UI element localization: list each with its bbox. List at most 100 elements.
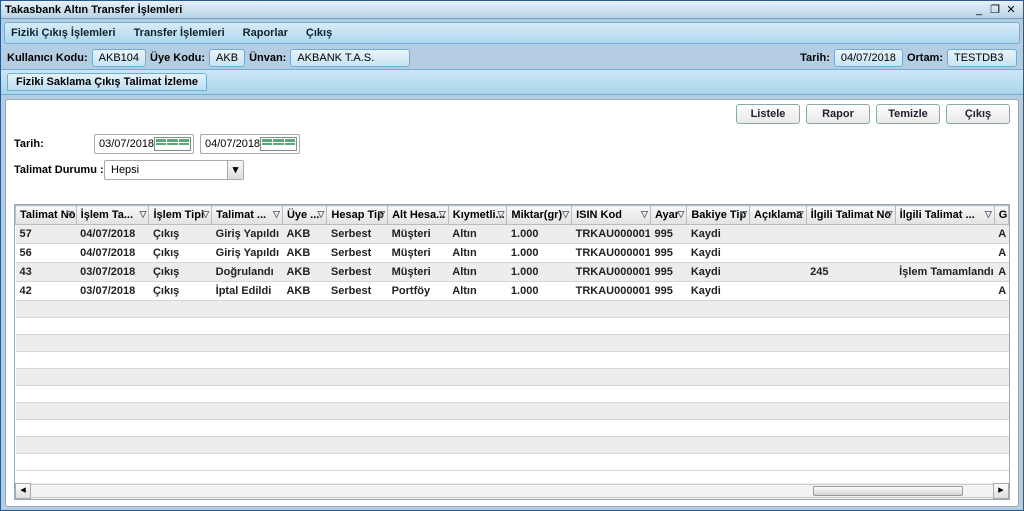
- uye-label: Üye Kodu:: [150, 52, 205, 64]
- cell: Serbest: [327, 225, 388, 244]
- filter-durum-label: Talimat Durumu :: [14, 164, 104, 176]
- col-g[interactable]: G: [994, 206, 1008, 225]
- filter-icon[interactable]: ▽: [886, 209, 893, 220]
- temizle-button[interactable]: Temizle: [876, 104, 940, 124]
- cell: [750, 263, 807, 282]
- cikis-button[interactable]: Çıkış: [946, 104, 1010, 124]
- ortam-value: TESTDB3: [947, 49, 1017, 67]
- col-ilgili-talimat[interactable]: İlgili Talimat ...▽: [895, 206, 994, 225]
- table-row: [16, 454, 1009, 471]
- col-hesap-tip[interactable]: Hesap Tip▽: [327, 206, 388, 225]
- cell: AKB: [282, 244, 326, 263]
- date-to-input[interactable]: 04/07/2018: [200, 134, 300, 154]
- table-row: [16, 420, 1009, 437]
- filter-icon[interactable]: ▽: [797, 209, 804, 220]
- listele-button[interactable]: Listele: [736, 104, 800, 124]
- cell: Müşteri: [388, 263, 449, 282]
- minimize-icon[interactable]: _: [971, 4, 987, 16]
- cell: Altın: [448, 225, 507, 244]
- subtab[interactable]: Fiziki Saklama Çıkış Talimat İzleme: [7, 73, 207, 91]
- cell: A: [994, 244, 1008, 263]
- col-miktar[interactable]: Miktar(gr)▽: [507, 206, 572, 225]
- cell: 03/07/2018: [76, 263, 149, 282]
- col-talimat[interactable]: Talimat ...▽: [212, 206, 283, 225]
- col-bakiye[interactable]: Bakiye Tip▽: [687, 206, 750, 225]
- filter-icon[interactable]: ▽: [378, 209, 385, 220]
- col-kiymetli[interactable]: Kıymetli...▽: [448, 206, 507, 225]
- menu-raporlar[interactable]: Raporlar: [243, 27, 288, 39]
- kullanici-label: Kullanıcı Kodu:: [7, 52, 88, 64]
- filter-icon[interactable]: ▽: [439, 209, 446, 220]
- cell: 43: [16, 263, 77, 282]
- table-row[interactable]: 4203/07/2018Çıkışİptal EdildiAKBSerbestP…: [16, 282, 1009, 301]
- table-row[interactable]: 5604/07/2018ÇıkışGiriş YapıldıAKBSerbest…: [16, 244, 1009, 263]
- cell: 995: [650, 263, 686, 282]
- col-aciklama[interactable]: Açıklama▽: [750, 206, 807, 225]
- col-ilgili-no[interactable]: İlgili Talimat No▽: [806, 206, 895, 225]
- table-row: [16, 369, 1009, 386]
- calendar-icon[interactable]: [154, 137, 191, 151]
- subtitle-bar: Fiziki Saklama Çıkış Talimat İzleme: [1, 69, 1023, 95]
- table-row: [16, 403, 1009, 420]
- filter-icon[interactable]: ▽: [677, 209, 684, 220]
- date-from-input[interactable]: 03/07/2018: [94, 134, 194, 154]
- calendar-icon[interactable]: [260, 137, 297, 151]
- durum-combo[interactable]: Hepsi ▾: [104, 160, 244, 180]
- filter-icon[interactable]: ▽: [202, 209, 209, 220]
- filter-icon[interactable]: ▽: [641, 209, 648, 220]
- col-islem-ta[interactable]: İşlem Ta...▽: [76, 206, 149, 225]
- cell: Serbest: [327, 282, 388, 301]
- col-alt-hesa[interactable]: Alt Hesa...▽: [388, 206, 449, 225]
- scroll-left-arrow[interactable]: ◂: [15, 483, 31, 499]
- scroll-track[interactable]: [31, 484, 993, 498]
- cell: 245: [806, 263, 895, 282]
- col-ayar[interactable]: Ayar▽: [650, 206, 686, 225]
- menu-transfer[interactable]: Transfer İşlemleri: [134, 27, 225, 39]
- filter-icon[interactable]: ▽: [318, 209, 325, 220]
- filter-icon[interactable]: ▽: [740, 209, 747, 220]
- cell: Doğrulandı: [212, 263, 283, 282]
- table-row[interactable]: 5704/07/2018ÇıkışGiriş YapıldıAKBSerbest…: [16, 225, 1009, 244]
- menu-cikis[interactable]: Çıkış: [306, 27, 332, 39]
- cell: [750, 244, 807, 263]
- cell: Altın: [448, 244, 507, 263]
- cell: [806, 282, 895, 301]
- data-table[interactable]: Talimat No▽ İşlem Ta...▽ İşlem Tipi▽ Tal…: [15, 205, 1009, 471]
- chevron-down-icon[interactable]: ▾: [227, 161, 243, 179]
- maximize-icon[interactable]: ❐: [987, 3, 1003, 16]
- cell: TRKAU000001: [572, 282, 651, 301]
- cell: 1.000: [507, 263, 572, 282]
- filter-icon[interactable]: ▽: [273, 209, 280, 220]
- col-talimat-no[interactable]: Talimat No▽: [16, 206, 77, 225]
- cell: TRKAU000001: [572, 244, 651, 263]
- date-from-value: 03/07/2018: [99, 138, 154, 150]
- menu-fiziki-cikis[interactable]: Fiziki Çıkış İşlemleri: [11, 27, 116, 39]
- cell: 995: [650, 244, 686, 263]
- cell: Serbest: [327, 244, 388, 263]
- filter-icon[interactable]: ▽: [140, 209, 147, 220]
- title-bar: Takasbank Altın Transfer İşlemleri _ ❐ ✕: [1, 1, 1023, 19]
- table-row: [16, 335, 1009, 352]
- cell: [895, 244, 994, 263]
- scroll-thumb[interactable]: [813, 486, 963, 496]
- rapor-button[interactable]: Rapor: [806, 104, 870, 124]
- filter-icon[interactable]: ▽: [67, 209, 74, 220]
- cell: [895, 282, 994, 301]
- scroll-right-arrow[interactable]: ▸: [993, 483, 1009, 499]
- horizontal-scrollbar[interactable]: ◂ ▸: [15, 483, 1009, 499]
- cell: A: [994, 263, 1008, 282]
- col-uye[interactable]: Üye ...▽: [282, 206, 326, 225]
- col-islem-tipi[interactable]: İşlem Tipi▽: [149, 206, 212, 225]
- filter-icon[interactable]: ▽: [985, 209, 992, 220]
- cell: AKB: [282, 263, 326, 282]
- close-icon[interactable]: ✕: [1003, 3, 1019, 16]
- col-isin[interactable]: ISIN Kod▽: [572, 206, 651, 225]
- cell: Çıkış: [149, 282, 212, 301]
- cell: Altın: [448, 263, 507, 282]
- main-panel: Listele Rapor Temizle Çıkış Tarih: 03/07…: [5, 99, 1019, 507]
- cell: Müşteri: [388, 244, 449, 263]
- column-header-row: Talimat No▽ İşlem Ta...▽ İşlem Tipi▽ Tal…: [16, 206, 1009, 225]
- filter-icon[interactable]: ▽: [497, 209, 504, 220]
- filter-icon[interactable]: ▽: [562, 209, 569, 220]
- table-row[interactable]: 4303/07/2018ÇıkışDoğrulandıAKBSerbestMüş…: [16, 263, 1009, 282]
